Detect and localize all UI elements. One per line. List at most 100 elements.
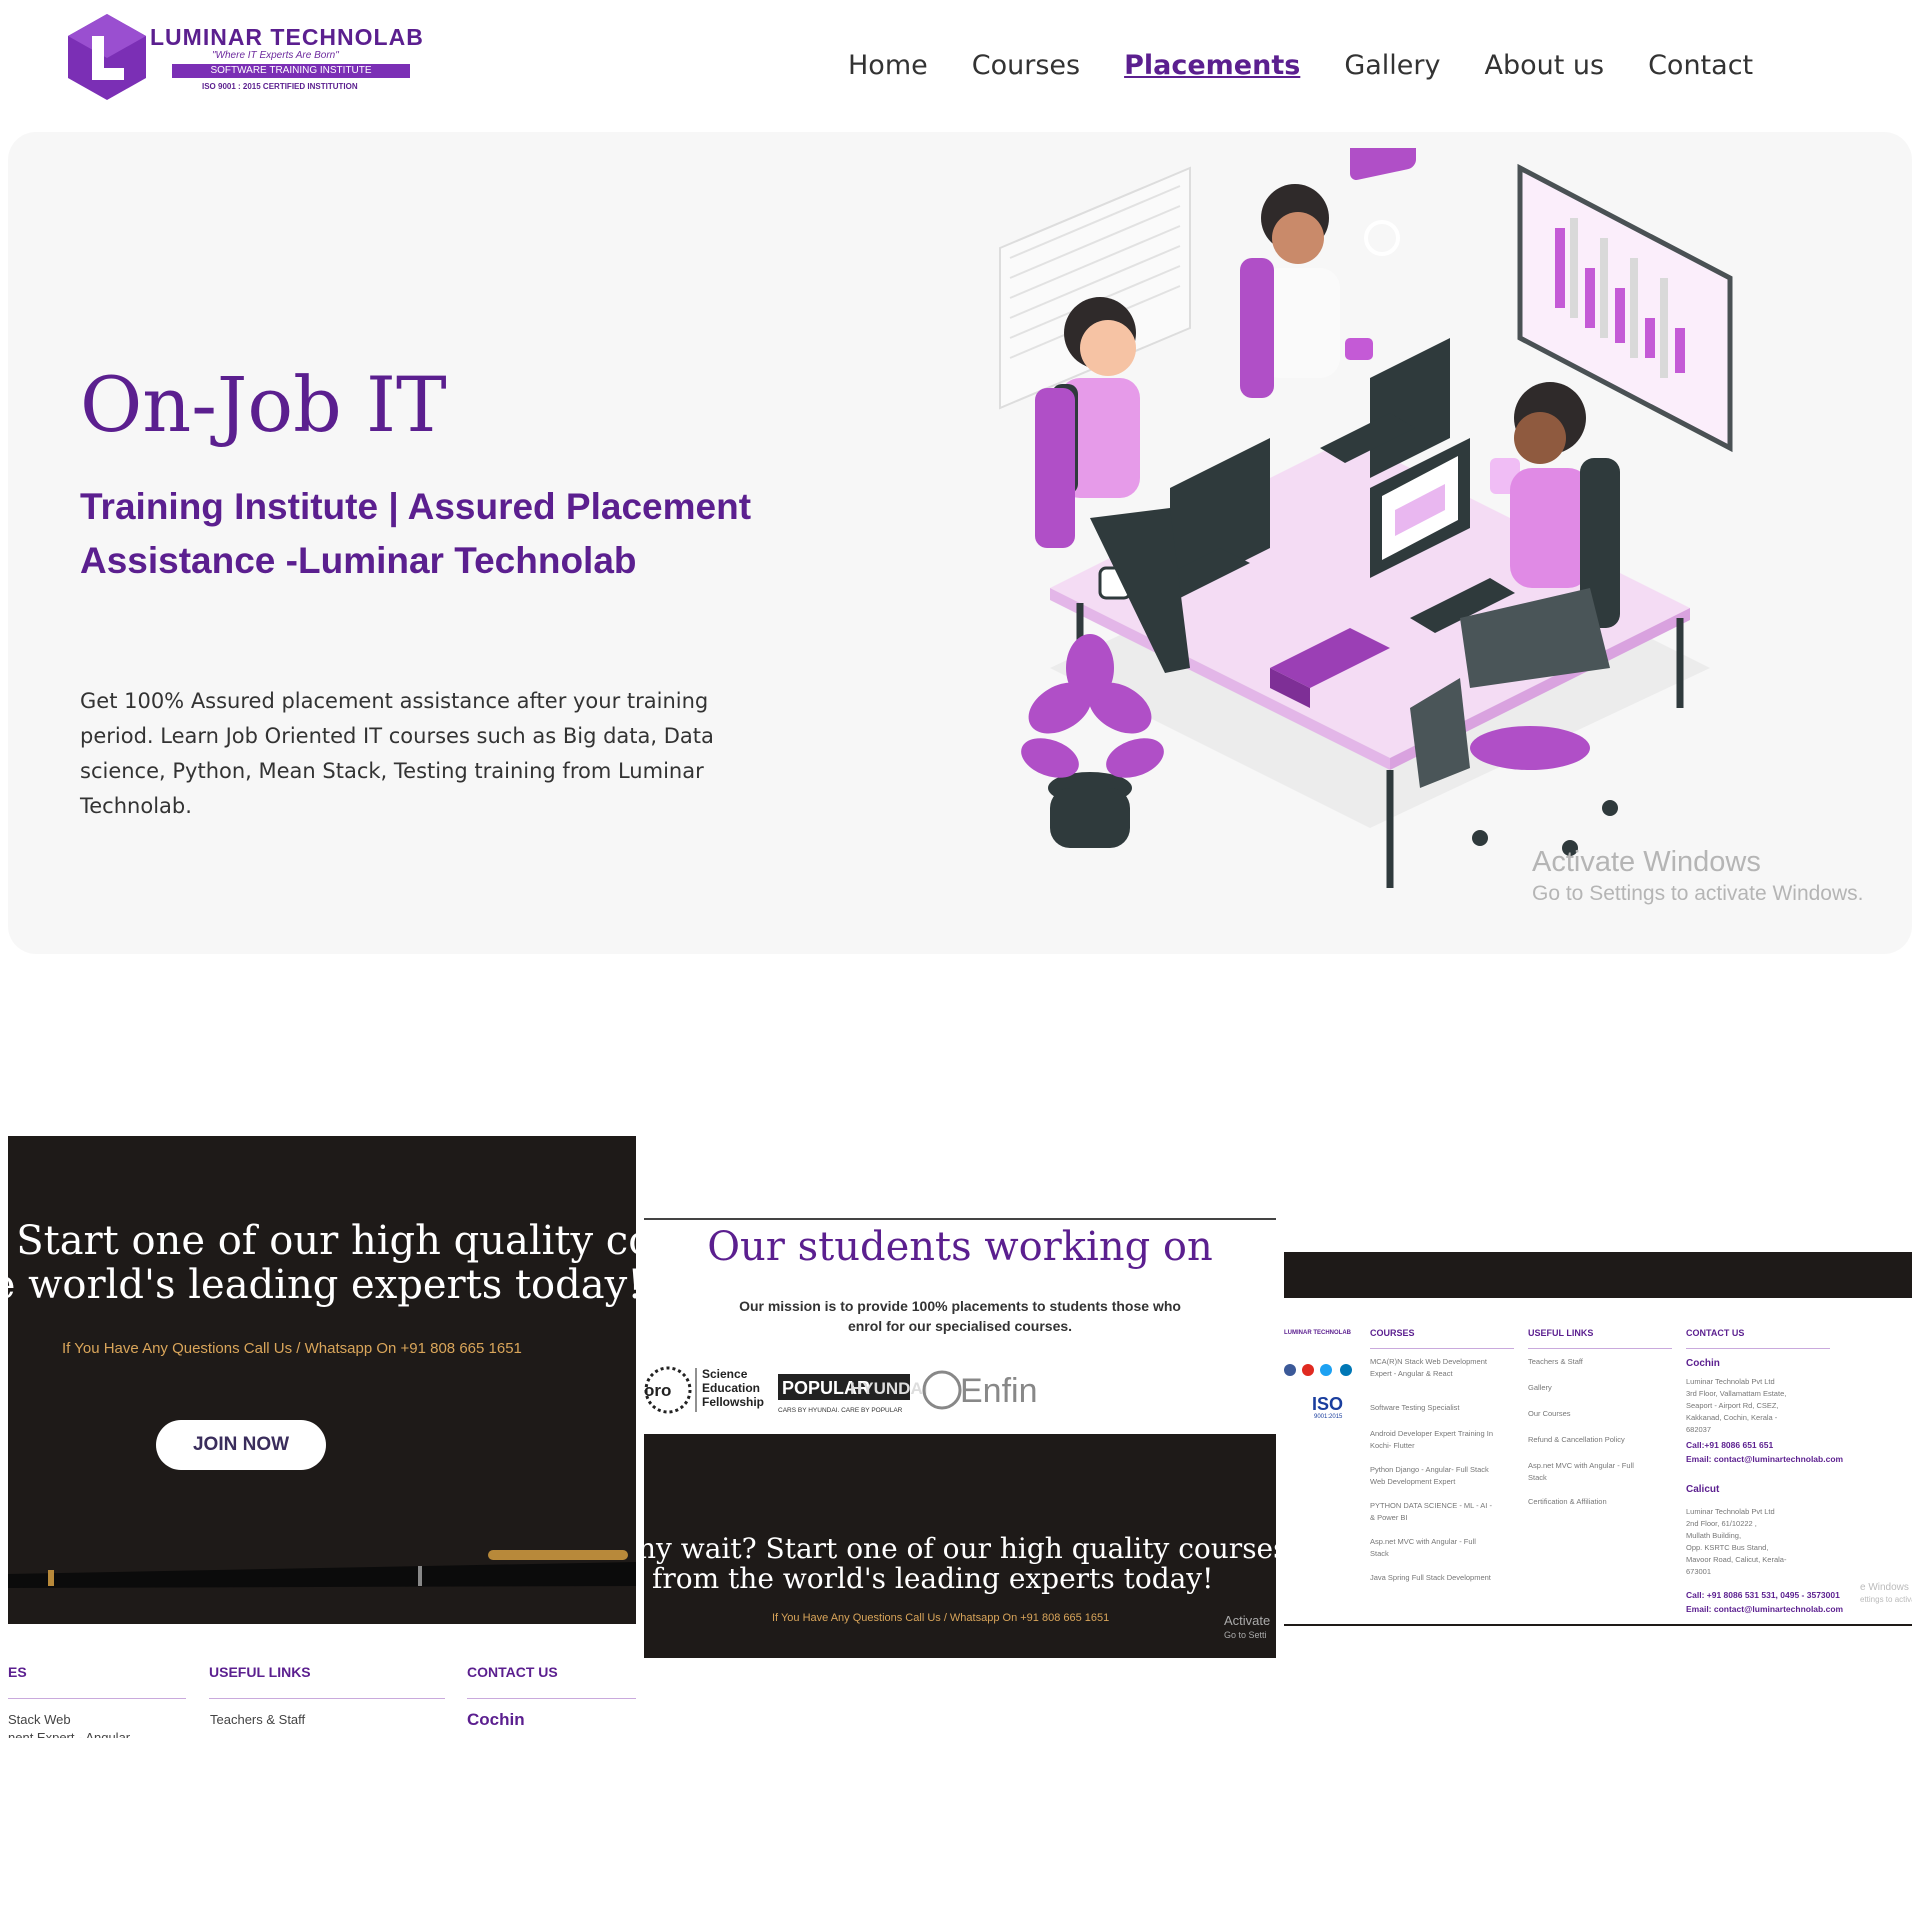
mission-text: Our mission is to provide 100% placement… bbox=[739, 1298, 1181, 1334]
city-cochin: Cochin bbox=[1686, 1358, 1720, 1369]
footer-city-cochin: Cochin bbox=[467, 1710, 525, 1729]
hero-subtitle-line1: Training Institute | Assured Placement bbox=[80, 486, 752, 527]
course-link[interactable]: Python Django - Angular- Full Stack Web … bbox=[1370, 1464, 1494, 1488]
twitter-icon[interactable] bbox=[1320, 1364, 1332, 1376]
divider bbox=[1284, 1624, 1912, 1626]
cochin-address-line: Kakkanad, Cochin, Kerala - bbox=[1686, 1413, 1778, 1422]
pen-image bbox=[8, 1550, 636, 1588]
main-nav: Home Courses Placements Gallery About us… bbox=[848, 50, 1753, 81]
useful-link[interactable]: Our Courses bbox=[1528, 1408, 1658, 1420]
students-panel: Our students working on Our mission is t… bbox=[644, 1218, 1276, 1658]
logo-name: LUMINAR TECHNOLAB bbox=[150, 24, 424, 50]
cta2-line1: hy wait? Start one of our high quality c… bbox=[644, 1532, 1276, 1565]
cta-line1: t? Start one of our high quality cou bbox=[8, 1218, 636, 1264]
footer-courses-heading: ES bbox=[8, 1664, 27, 1680]
divider bbox=[8, 1698, 186, 1699]
cochin-address-line: 3rd Floor, Vallamattam Estate, bbox=[1686, 1389, 1787, 1398]
activate-watermark: Activate Go to Setti bbox=[1224, 1614, 1270, 1642]
iso-badge: ISO bbox=[1312, 1394, 1344, 1414]
contact-heading: CONTACT US bbox=[1686, 1328, 1745, 1338]
divider bbox=[209, 1698, 445, 1699]
course-link[interactable]: Software Testing Specialist bbox=[1370, 1402, 1494, 1414]
hero-subtitle: Training Institute | Assured Placement A… bbox=[80, 480, 780, 588]
cta2-call-text: If You Have Any Questions Call Us / What… bbox=[772, 1612, 1110, 1624]
logo1-line3: Fellowship bbox=[702, 1395, 764, 1409]
divider bbox=[1370, 1348, 1514, 1349]
youtube-icon[interactable] bbox=[1302, 1364, 1314, 1376]
divider bbox=[1686, 1348, 1830, 1349]
logo-band: SOFTWARE TRAINING INSTITUTE bbox=[172, 64, 410, 78]
nav-courses[interactable]: Courses bbox=[972, 50, 1080, 81]
watermark-line2: ettings to activat bbox=[1860, 1595, 1912, 1604]
calicut-address-line: 2nd Floor, 61/10222 , bbox=[1686, 1519, 1757, 1528]
activate-watermark: e Windows ettings to activat bbox=[1860, 1582, 1912, 1606]
course-link[interactable]: MCA(R)N Stack Web Development Expert - A… bbox=[1370, 1356, 1494, 1380]
divider bbox=[467, 1698, 636, 1699]
cta-line2: he world's leading experts today! bbox=[8, 1262, 636, 1308]
useful-link[interactable]: Gallery bbox=[1528, 1382, 1658, 1394]
cta-call-text: If You Have Any Questions Call Us / What… bbox=[62, 1340, 522, 1357]
activate-windows-title: Activate Windows bbox=[1532, 846, 1761, 878]
logo-iso: ISO 9001 : 2015 CERTIFIED INSTITUTION bbox=[202, 82, 358, 91]
divider bbox=[644, 1218, 1276, 1220]
science-fellowship-logo: oro Science Education Fellowship bbox=[644, 1366, 764, 1414]
footer-course-link[interactable]: nent Expert - Angular bbox=[8, 1730, 130, 1738]
footer-strip-1: ES USEFUL LINKS CONTACT US Stack Web nen… bbox=[8, 1650, 636, 1738]
hero-title: On-Job IT bbox=[80, 360, 447, 449]
calicut-address-line: Mavoor Road, Calicut, Kerala- bbox=[1686, 1555, 1787, 1564]
cochin-address-line: Luminar Technolab Pvt Ltd bbox=[1686, 1377, 1775, 1386]
useful-link[interactable]: Teachers & Staff bbox=[1528, 1356, 1658, 1368]
watermark-line1: Activate bbox=[1224, 1613, 1271, 1628]
cta2-line2: from the world's leading experts today! bbox=[652, 1562, 1214, 1595]
join-now-button[interactable]: JOIN NOW bbox=[156, 1420, 326, 1470]
course-link[interactable]: Asp.net MVC with Angular - Full Stack bbox=[1370, 1536, 1494, 1560]
footer-course-link[interactable]: Stack Web bbox=[8, 1712, 71, 1727]
footer-teachers-link[interactable]: Teachers & Staff bbox=[210, 1712, 305, 1727]
activate-windows-subtitle: Go to Settings to activate Windows. bbox=[1532, 882, 1864, 905]
linkedin-icon[interactable] bbox=[1340, 1364, 1352, 1376]
footer-logo-text: LUMINAR TECHNOLAB bbox=[1284, 1330, 1351, 1336]
logo2-brand: HYUNDAI bbox=[850, 1379, 927, 1398]
watermark-line1: e Windows bbox=[1860, 1582, 1909, 1593]
facebook-icon[interactable] bbox=[1284, 1364, 1296, 1376]
divider bbox=[1528, 1348, 1672, 1349]
nav-contact[interactable]: Contact bbox=[1648, 50, 1753, 81]
course-link[interactable]: Android Developer Expert Training In Koc… bbox=[1370, 1428, 1494, 1452]
office-illustration bbox=[999, 148, 1733, 888]
cta-panel-1: t? Start one of our high quality cou he … bbox=[8, 1136, 636, 1624]
hero-description: Get 100% Assured placement assistance af… bbox=[80, 689, 714, 818]
cochin-address-line: Seaport - Airport Rd, CSEZ, bbox=[1686, 1401, 1779, 1410]
cochin-email[interactable]: Email: contact@luminartechnolab.com bbox=[1686, 1454, 1843, 1464]
calicut-address-line: Opp. KSRTC Bus Stand, bbox=[1686, 1543, 1769, 1552]
footer-panel: LUMINAR TECHNOLAB ISO 9001:2015 COURSES … bbox=[1284, 1252, 1912, 1628]
logo1-prefix: oro bbox=[644, 1381, 671, 1400]
calicut-phone[interactable]: Call: +91 8086 531 531, 0495 - 3573001 bbox=[1686, 1590, 1840, 1600]
logo1-line1: Science bbox=[702, 1367, 748, 1381]
hero-subtitle-line2: Assistance -Luminar Technolab bbox=[80, 540, 637, 581]
nav-home[interactable]: Home bbox=[848, 50, 928, 81]
useful-links-heading: USEFUL LINKS bbox=[1528, 1328, 1594, 1338]
company-logos: oro Science Education Fellowship POPULAR… bbox=[644, 1366, 1038, 1414]
nav-placements[interactable]: Placements bbox=[1124, 50, 1300, 81]
students-title: Our students working on bbox=[707, 1224, 1213, 1270]
logo-tagline: "Where IT Experts Are Born" bbox=[212, 50, 339, 61]
useful-link[interactable]: Asp.net MVC with Angular - Full Stack bbox=[1528, 1460, 1638, 1484]
logo2-sub: CARS BY HYUNDAI. CARE BY POPULAR bbox=[778, 1407, 903, 1414]
logo1-line2: Education bbox=[702, 1381, 760, 1395]
calicut-email[interactable]: Email: contact@luminartechnolab.com bbox=[1686, 1604, 1843, 1614]
nav-about-us[interactable]: About us bbox=[1484, 50, 1604, 81]
cta-panel-2: hy wait? Start one of our high quality c… bbox=[644, 1434, 1276, 1658]
calicut-address-line: 673001 bbox=[1686, 1567, 1712, 1576]
logo3: Enfin bbox=[960, 1372, 1038, 1410]
nav-gallery[interactable]: Gallery bbox=[1344, 50, 1440, 81]
luminar-logo[interactable] bbox=[62, 12, 152, 102]
pen-image-strip bbox=[1284, 1252, 1912, 1298]
popular-hyundai-logo: POPULAR HYUNDAI CARS BY HYUNDAI. CARE BY… bbox=[778, 1374, 927, 1414]
useful-link[interactable]: Certification & Affiliation bbox=[1528, 1496, 1658, 1508]
useful-link[interactable]: Refund & Cancellation Policy bbox=[1528, 1434, 1658, 1446]
cochin-phone[interactable]: Call:+91 8086 651 651 bbox=[1686, 1440, 1773, 1450]
course-link[interactable]: Java Spring Full Stack Development bbox=[1370, 1572, 1494, 1584]
course-link[interactable]: PYTHON DATA SCIENCE - ML - AI - & Power … bbox=[1370, 1500, 1494, 1524]
courses-heading: COURSES bbox=[1370, 1328, 1415, 1338]
city-calicut: Calicut bbox=[1686, 1484, 1720, 1495]
